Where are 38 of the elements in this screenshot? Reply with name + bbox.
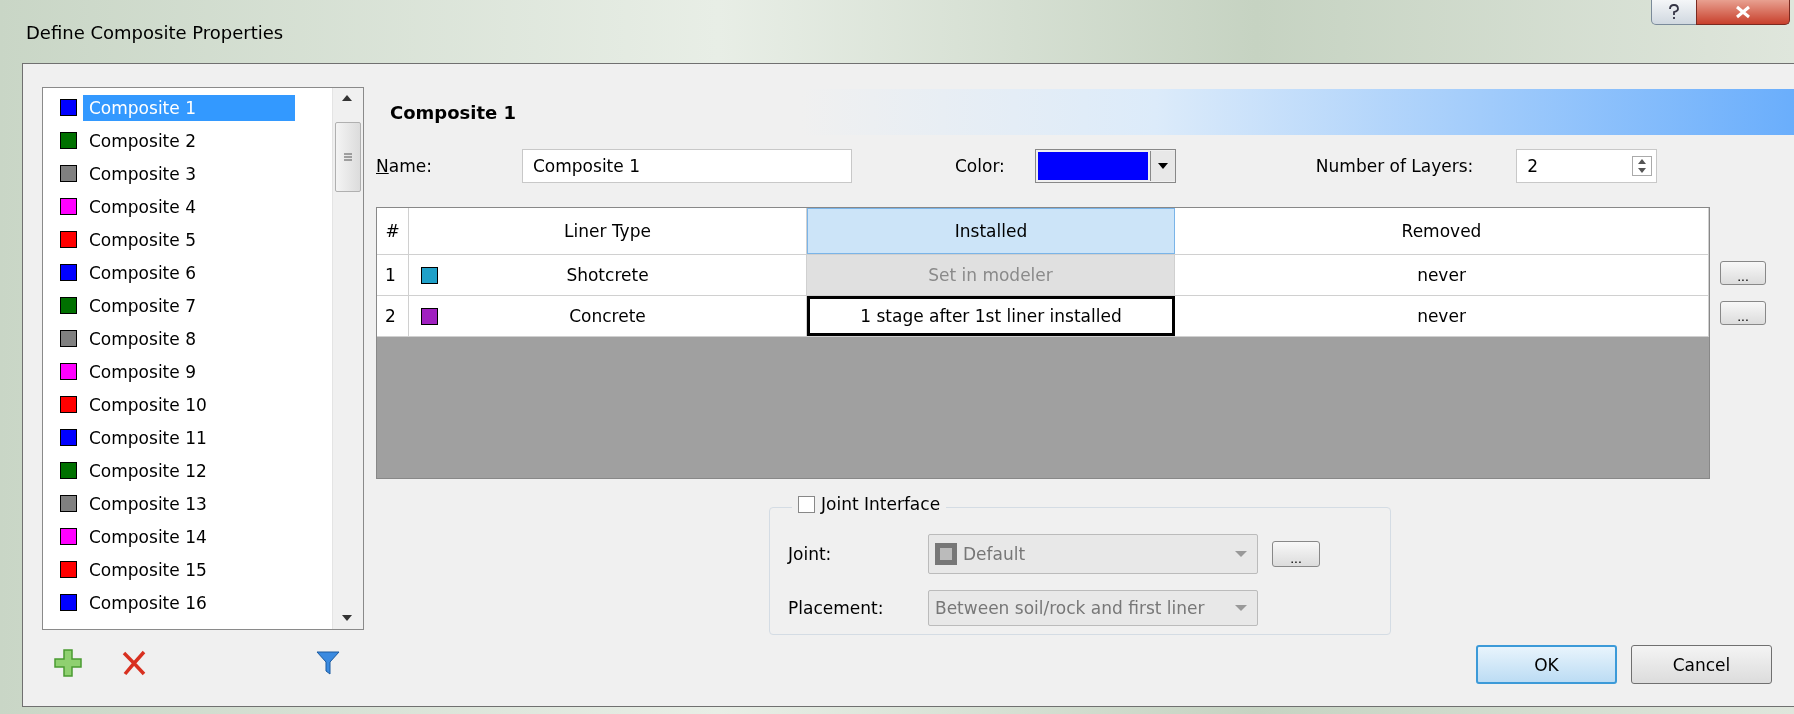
table-cell: Shotcrete	[566, 265, 649, 285]
table-cell: Concrete	[569, 306, 646, 326]
field-label: Placement:	[788, 598, 885, 618]
list-item[interactable]: Composite 5	[83, 226, 295, 253]
table-cell: never	[1175, 296, 1709, 336]
field-label: Joint:	[788, 544, 833, 564]
table-cell[interactable]: 1 stage after 1st liner installed	[807, 296, 1175, 336]
list-item[interactable]: Composite 2	[83, 127, 295, 154]
list-item[interactable]: Composite 14	[83, 523, 295, 550]
layers-spinner[interactable]: 2	[1516, 149, 1658, 183]
column-header[interactable]: #	[377, 208, 409, 254]
dialog-button[interactable]: OK	[1476, 645, 1617, 684]
list-item[interactable]: Composite 15	[83, 556, 295, 583]
list-item[interactable]: Composite 10	[83, 391, 295, 418]
window-title: Define Composite Properties	[26, 22, 284, 43]
row-number: 1	[377, 255, 409, 295]
list-item[interactable]: Composite 6	[83, 259, 295, 286]
field-label: Color:	[955, 156, 1005, 176]
list-item[interactable]: Composite 3	[83, 160, 295, 187]
more-button[interactable]: ...	[1720, 261, 1766, 285]
table-cell: never	[1175, 255, 1709, 295]
list-item[interactable]: Composite 11	[83, 424, 295, 451]
field-label: Name:	[376, 156, 433, 176]
field-label: Number of Layers:	[1315, 156, 1474, 176]
more-button[interactable]: ...	[1720, 301, 1766, 325]
checkbox-label: Joint Interface	[821, 494, 941, 514]
column-header[interactable]: Installed	[807, 208, 1175, 254]
name-field[interactable]: Composite 1	[522, 149, 852, 183]
column-header[interactable]: Removed	[1175, 208, 1709, 254]
list-item[interactable]: Composite 4	[83, 193, 295, 220]
dialog-button[interactable]: Cancel	[1631, 645, 1772, 684]
list-item[interactable]: Composite 13	[83, 490, 295, 517]
list-item[interactable]: Composite 16	[83, 589, 295, 616]
list-item[interactable]: Composite 7	[83, 292, 295, 319]
list-item[interactable]: Composite 9	[83, 358, 295, 385]
list-item[interactable]: Composite 8	[83, 325, 295, 352]
list-item[interactable]: Composite 12	[83, 457, 295, 484]
row-number: 2	[377, 296, 409, 336]
